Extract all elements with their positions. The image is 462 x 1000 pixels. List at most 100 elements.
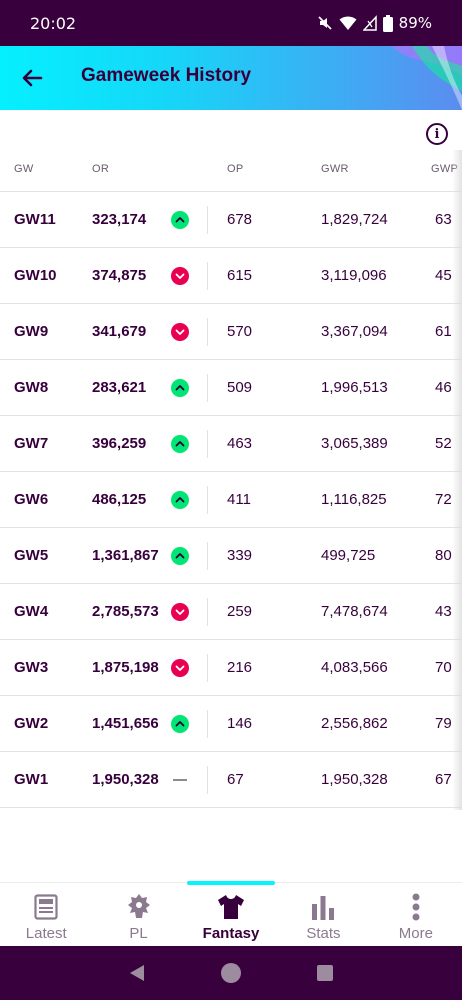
table-row[interactable]: GW10 374,875 615 3,119,096 45: [0, 248, 462, 304]
gameweek-rank: 2,556,862: [321, 715, 388, 732]
table-row[interactable]: GW2 1,451,656 146 2,556,862 79: [0, 696, 462, 752]
nav-fantasy[interactable]: Fantasy: [185, 881, 277, 946]
rank-up-icon: [171, 547, 189, 565]
table-row[interactable]: GW6 486,125 411 1,116,825 72: [0, 472, 462, 528]
gameweek-label: GW4: [14, 603, 49, 620]
overall-rank: 2,785,573: [92, 603, 159, 620]
gameweek-label: GW9: [14, 323, 49, 340]
rank-up-icon: [171, 715, 189, 733]
news-icon: [32, 892, 60, 922]
overall-rank: 1,875,198: [92, 659, 159, 676]
status-icons: 89%: [317, 14, 432, 32]
gameweek-rank: 1,996,513: [321, 379, 388, 396]
gameweek-points: 52: [435, 435, 452, 452]
nav-latest[interactable]: Latest: [0, 883, 92, 946]
overall-points: 339: [227, 547, 253, 564]
gameweek-label: GW10: [14, 267, 57, 284]
gameweek-label: GW6: [14, 491, 49, 508]
gameweek-table: GW11 323,174 678 1,829,724 63 GW10 374,875 615 3…: [0, 192, 462, 808]
status-bar: 20:02 89%: [0, 0, 462, 46]
gameweek-rank: 3,119,096: [321, 267, 387, 284]
gameweek-points: 61: [435, 323, 452, 340]
table-row[interactable]: GW9 341,679 570 3,367,094 61: [0, 304, 462, 360]
table-row[interactable]: GW7 396,259 463 3,065,389 52: [0, 416, 462, 472]
bar-chart-icon: [309, 892, 337, 922]
column-divider: [207, 542, 208, 570]
premier-league-lion-icon: [125, 892, 153, 922]
back-button[interactable]: [18, 64, 46, 92]
rank-up-icon: [171, 211, 189, 229]
gameweek-label: GW2: [14, 715, 49, 732]
nav-stats[interactable]: Stats: [277, 883, 369, 946]
page-title: Gameweek History: [81, 65, 252, 86]
column-divider: [207, 318, 208, 346]
table-row[interactable]: GW4 2,785,573 259 7,478,674 43: [0, 584, 462, 640]
gameweek-label: GW8: [14, 379, 49, 396]
column-header-op: OP: [227, 163, 244, 175]
gameweek-points: 43: [435, 603, 452, 620]
wifi-icon: [339, 15, 357, 31]
column-divider: [207, 206, 208, 234]
gameweek-label: GW1: [14, 771, 49, 788]
overall-rank: 374,875: [92, 267, 147, 284]
battery-icon: [382, 14, 393, 32]
table-row[interactable]: GW1 1,950,328 67 1,950,328 67: [0, 752, 462, 808]
column-divider: [207, 262, 208, 290]
column-divider: [207, 710, 208, 738]
rank-down-icon: [171, 659, 189, 677]
system-recents-button[interactable]: [310, 958, 340, 988]
rank-down-icon: [171, 267, 189, 285]
rank-up-icon: [171, 435, 189, 453]
app-header: Gameweek History: [0, 46, 462, 110]
status-time: 20:02: [30, 13, 77, 33]
nav-more[interactable]: More: [370, 883, 462, 946]
rank-down-icon: [171, 603, 189, 621]
rank-down-icon: [171, 323, 189, 341]
column-header-gwr: GWR: [321, 163, 349, 175]
info-button[interactable]: i: [426, 123, 448, 145]
gameweek-label: GW11: [14, 211, 56, 228]
circle-home-icon: [221, 963, 241, 983]
overall-points: 570: [227, 323, 253, 340]
column-divider: [207, 374, 208, 402]
horizontal-scroll-indicator: [452, 150, 462, 810]
gameweek-rank: 1,950,328: [321, 771, 388, 788]
column-header-or: OR: [92, 163, 110, 175]
nav-label-pl: PL: [129, 925, 148, 942]
overall-rank: 1,361,867: [92, 547, 159, 564]
more-vertical-icon: [402, 892, 430, 922]
column-divider: [207, 766, 208, 794]
table-row[interactable]: GW3 1,875,198 216 4,083,566 70: [0, 640, 462, 696]
nav-label-stats: Stats: [306, 925, 341, 942]
gameweek-points: 72: [435, 491, 452, 508]
gameweek-points: 63: [435, 211, 452, 228]
bottom-navigation: Latest PL Fantasy Stats More: [0, 881, 462, 946]
table-row[interactable]: GW8 283,621 509 1,996,513 46: [0, 360, 462, 416]
overall-rank: 396,259: [92, 435, 147, 452]
overall-points: 509: [227, 379, 253, 396]
column-divider: [207, 598, 208, 626]
signal-icon: [362, 15, 377, 31]
overall-points: 615: [227, 267, 253, 284]
gameweek-rank: 3,367,094: [321, 323, 388, 340]
overall-rank: 486,125: [92, 491, 147, 508]
gameweek-label: GW5: [14, 547, 49, 564]
gameweek-rank: 3,065,389: [321, 435, 388, 452]
gameweek-rank: 7,478,674: [321, 603, 388, 620]
overall-rank: 341,679: [92, 323, 147, 340]
system-home-button[interactable]: [216, 958, 246, 988]
rank-up-icon: [171, 379, 189, 397]
shirt-icon: [217, 892, 245, 922]
gameweek-rank: 1,829,724: [321, 211, 388, 228]
overall-rank: 323,174: [92, 211, 147, 228]
table-row[interactable]: GW5 1,361,867 339 499,725 80: [0, 528, 462, 584]
nav-label-fantasy: Fantasy: [202, 925, 260, 942]
overall-points: 259: [227, 603, 253, 620]
column-divider: [207, 654, 208, 682]
table-row[interactable]: GW11 323,174 678 1,829,724 63: [0, 192, 462, 248]
rank-up-icon: [171, 491, 189, 509]
overall-points: 216: [227, 659, 253, 676]
battery-percent: 89%: [398, 14, 432, 32]
nav-pl[interactable]: PL: [92, 883, 184, 946]
system-back-button[interactable]: [122, 958, 152, 988]
